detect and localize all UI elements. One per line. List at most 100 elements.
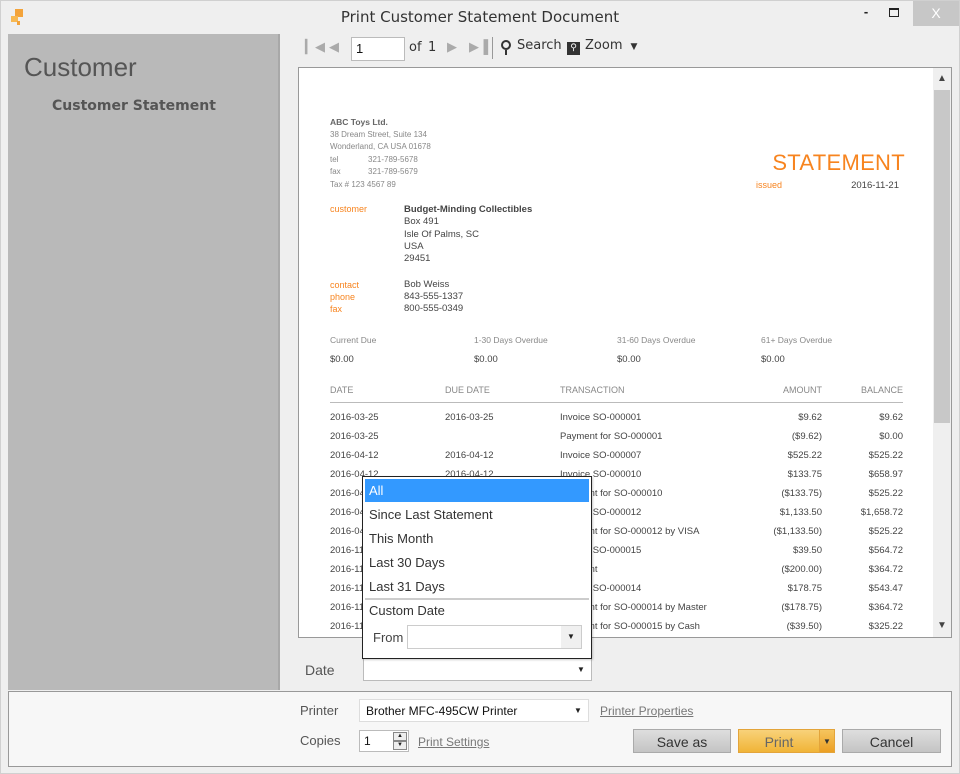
row-date: 2016-04-12 bbox=[330, 449, 379, 461]
increment-icon[interactable]: ▲ bbox=[393, 732, 407, 741]
row-amount: $1,133.50 bbox=[779, 506, 822, 518]
date-label: Date bbox=[305, 662, 335, 678]
row-amount: $39.50 bbox=[792, 544, 822, 556]
chevron-down-icon[interactable]: ▼ bbox=[568, 700, 588, 721]
company-fax: 321-789-5679 bbox=[368, 167, 418, 177]
chevron-down-icon: ▼ bbox=[823, 737, 831, 746]
zoom-icon: ⚲ bbox=[567, 42, 580, 55]
zoom-label: Zoom bbox=[585, 38, 623, 53]
save-as-button[interactable]: Save as bbox=[633, 729, 731, 753]
customer-line1: Box 491 bbox=[404, 216, 439, 228]
window-title: Print Customer Statement Document bbox=[340, 8, 620, 26]
decrement-icon[interactable]: ▼ bbox=[393, 741, 407, 750]
aging-label: 61+ Days Overdue bbox=[761, 335, 833, 345]
sidebar-item-customer-statement[interactable]: Customer Statement bbox=[52, 98, 216, 114]
page-of-label: of bbox=[409, 40, 422, 55]
row-transaction: Invoice SO-000007 bbox=[560, 449, 642, 461]
issued-label: issued bbox=[756, 180, 783, 190]
copies-label: Copies bbox=[300, 733, 341, 748]
row-amount: ($200.00) bbox=[781, 563, 822, 575]
aging-1-30: 1-30 Days Overdue $0.00 bbox=[474, 335, 548, 365]
row-balance: $543.47 bbox=[868, 582, 903, 594]
table-row: 2016-03-25 2016-03-25 Invoice SO-000001 $9.… bbox=[330, 403, 903, 427]
close-button[interactable]: X bbox=[913, 1, 959, 26]
company-fax-label: fax bbox=[330, 167, 341, 177]
date-option-last-30-days[interactable]: Last 30 Days bbox=[365, 551, 589, 574]
date-option-since-last-statement[interactable]: Since Last Statement bbox=[365, 503, 589, 526]
printer-properties-link[interactable]: Printer Properties bbox=[600, 704, 693, 718]
aging-label: Current Due bbox=[330, 335, 377, 345]
page-number-input[interactable]: 1 bbox=[351, 37, 405, 61]
print-settings-link[interactable]: Print Settings bbox=[418, 735, 489, 749]
row-amount: ($39.50) bbox=[786, 620, 822, 632]
row-amount: $133.75 bbox=[787, 468, 822, 480]
contact-labels: contact phone fax bbox=[330, 279, 359, 315]
company-tax: Tax # 123 4567 89 bbox=[330, 179, 396, 189]
row-balance: $364.72 bbox=[868, 601, 903, 613]
table-row: 2016-04-12 2016-04-12 Invoice SO-000007 $52… bbox=[330, 446, 903, 465]
company-address2: Wonderland, CA USA 01678 bbox=[330, 142, 431, 152]
aging-31-60: 31-60 Days Overdue $0.00 bbox=[617, 335, 695, 365]
row-date: 2016-03-25 bbox=[330, 430, 379, 442]
chevron-down-icon[interactable]: ▼ bbox=[561, 626, 581, 648]
copies-spinner[interactable]: ▲ ▼ bbox=[393, 732, 407, 750]
next-page-icon[interactable]: ▶ bbox=[447, 39, 457, 55]
copies-stepper[interactable]: 1 ▲ ▼ bbox=[359, 730, 409, 752]
cancel-button[interactable]: Cancel bbox=[842, 729, 941, 753]
row-balance: $525.22 bbox=[868, 487, 903, 499]
date-dropdown-menu: All Since Last Statement This Month Last… bbox=[362, 476, 592, 659]
contact-phone: 843-555-1337 bbox=[404, 291, 464, 302]
chevron-down-icon[interactable]: ▼ bbox=[571, 659, 591, 680]
row-amount: $178.75 bbox=[787, 582, 822, 594]
issued-date: 2016-11-21 bbox=[851, 180, 899, 191]
printer-select[interactable]: Brother MFC-495CW Printer ▼ bbox=[359, 699, 589, 722]
row-amount: $9.62 bbox=[798, 412, 822, 424]
col-transaction: TRANSACTION bbox=[560, 385, 740, 403]
date-option-all[interactable]: All bbox=[365, 479, 589, 502]
company-tel-label: tel bbox=[330, 154, 339, 164]
row-balance: $0.00 bbox=[879, 430, 903, 442]
from-label: From bbox=[373, 630, 404, 645]
print-options-panel: Printer Brother MFC-495CW Printer ▼ Prin… bbox=[8, 691, 952, 767]
company-name: ABC Toys Ltd. bbox=[330, 117, 388, 127]
phone-label: phone bbox=[330, 292, 356, 302]
chevron-down-icon[interactable]: ▼ bbox=[630, 42, 637, 52]
aging-61-plus: 61+ Days Overdue $0.00 bbox=[761, 335, 832, 365]
zoom-button[interactable]: ⚲ Zoom ▼ bbox=[567, 38, 637, 55]
scroll-down-icon[interactable]: ▼ bbox=[933, 617, 951, 635]
scroll-up-icon[interactable]: ▲ bbox=[933, 70, 951, 88]
row-date: 2016-03-25 bbox=[330, 412, 379, 424]
date-select[interactable]: ▼ bbox=[363, 658, 592, 681]
date-option-custom-date[interactable]: Custom Date bbox=[365, 599, 589, 622]
search-button[interactable]: Search bbox=[501, 38, 562, 55]
aging-value: $0.00 bbox=[474, 354, 498, 365]
last-page-icon[interactable]: ▶▐ bbox=[469, 39, 488, 55]
prev-page-icon[interactable]: ◀ bbox=[329, 39, 339, 55]
print-options-dropdown[interactable]: ▼ bbox=[819, 729, 835, 753]
contact-name: Bob Weiss bbox=[404, 279, 450, 290]
row-due-date: 2016-04-12 bbox=[445, 449, 494, 461]
print-button[interactable]: Print bbox=[738, 729, 820, 753]
customer-line4: 29451 bbox=[404, 253, 431, 265]
printer-value: Brother MFC-495CW Printer bbox=[366, 704, 518, 718]
scroll-thumb[interactable] bbox=[934, 90, 950, 423]
date-option-last-31-days[interactable]: Last 31 Days bbox=[365, 575, 589, 598]
row-amount: $525.22 bbox=[787, 449, 822, 461]
vertical-scrollbar[interactable]: ▲ ▼ bbox=[933, 68, 951, 637]
aging-label: 1-30 Days Overdue bbox=[474, 335, 548, 345]
from-date-select[interactable]: ▼ bbox=[407, 625, 582, 649]
row-due-date bbox=[445, 427, 560, 446]
row-balance: $658.97 bbox=[868, 468, 903, 480]
customer-address: Budget-Minding Collectibles Box 491 Isle… bbox=[404, 204, 532, 265]
maximize-button[interactable] bbox=[877, 1, 911, 26]
total-pages: 1 bbox=[428, 40, 437, 55]
row-amount: ($9.62) bbox=[791, 430, 822, 442]
contact-label: contact bbox=[330, 280, 360, 290]
date-option-this-month[interactable]: This Month bbox=[365, 527, 589, 550]
first-page-icon[interactable]: ▎◀ bbox=[305, 39, 325, 55]
row-due-date: 2016-03-25 bbox=[445, 412, 494, 424]
aging-label: 31-60 Days Overdue bbox=[617, 335, 696, 345]
printer-label: Printer bbox=[300, 703, 339, 718]
row-balance: $525.22 bbox=[868, 525, 903, 537]
search-label: Search bbox=[517, 38, 562, 53]
